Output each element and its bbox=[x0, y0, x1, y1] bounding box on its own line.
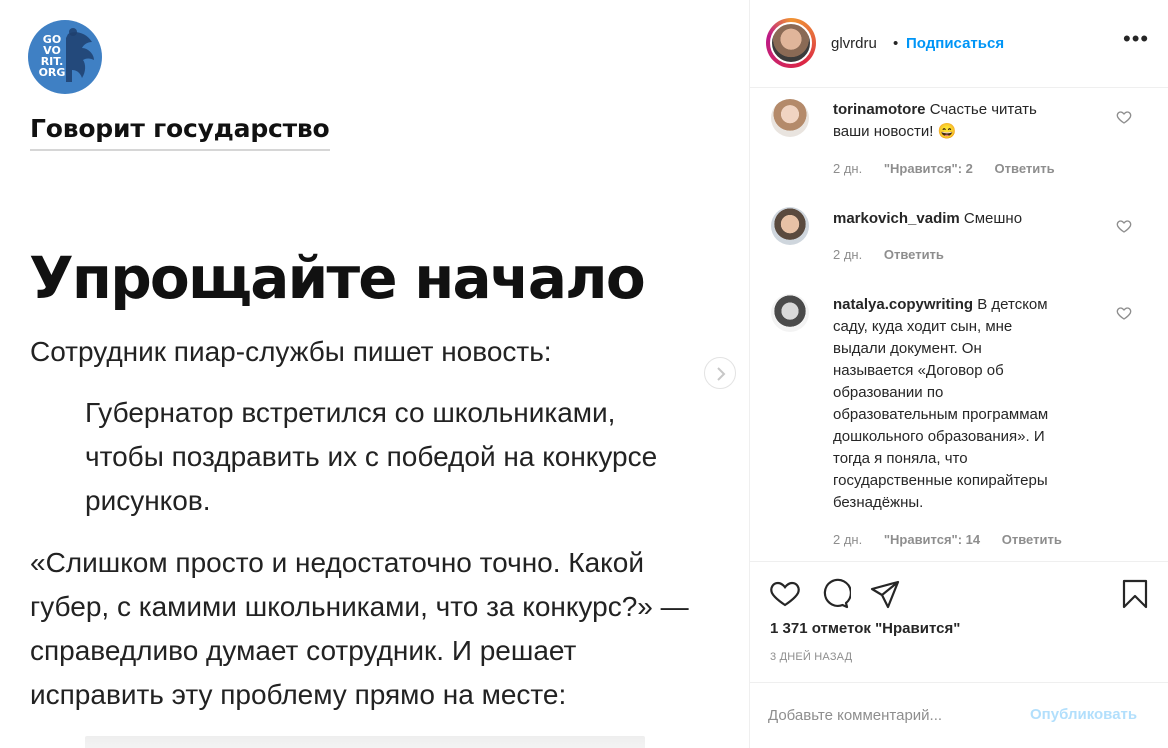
quote-line: чтобы поздравить их с победой на конкурс… bbox=[85, 441, 658, 472]
comment-body: безнадёжны. bbox=[833, 494, 924, 511]
reply-button[interactable]: Ответить bbox=[884, 247, 944, 262]
comment-username[interactable]: torinamotore bbox=[833, 101, 926, 118]
publish-button[interactable]: Опубликовать bbox=[1030, 706, 1137, 723]
more-options-icon[interactable]: ••• bbox=[1123, 28, 1149, 54]
comment-body: тогда я поняла, что bbox=[833, 450, 968, 467]
quote-line: рисунков. bbox=[85, 485, 211, 516]
post-date[interactable]: 3 ДНЕЙ НАЗАД bbox=[770, 651, 852, 663]
heart-icon[interactable] bbox=[1116, 218, 1132, 234]
lead-text: Сотрудник пиар-службы пишет новость: bbox=[30, 336, 552, 367]
body-line: исправить эту проблему прямо на месте: bbox=[30, 679, 567, 710]
add-comment-bar: Опубликовать bbox=[750, 682, 1168, 748]
comment-likes[interactable]: "Нравится": 14 bbox=[884, 532, 980, 547]
slide-heading: Упрощайте начало bbox=[29, 244, 646, 312]
comment-body: Смешно bbox=[963, 210, 1023, 227]
comments-list: torinamotore Счастье читать ваши новости… bbox=[750, 88, 1168, 561]
bookmark-icon[interactable] bbox=[1119, 578, 1151, 610]
comment-body: образовательным программам bbox=[833, 406, 1049, 423]
like-heart-icon[interactable] bbox=[769, 578, 801, 610]
comment-body: дошкольного образования». И bbox=[833, 428, 1045, 445]
comment-body: образовании по bbox=[833, 384, 944, 401]
cut-off-text bbox=[85, 736, 645, 748]
comment-text: torinamotore Счастье читать ваши новости… bbox=[833, 99, 1103, 143]
govorit-logo: GO VO RIT. ORG bbox=[28, 20, 102, 94]
separator-dot: • bbox=[893, 35, 899, 52]
comment-body: Счастье читать bbox=[929, 101, 1037, 118]
body-line: «Слишком просто и недостаточно точно. Ка… bbox=[30, 547, 644, 578]
post-image: GO VO RIT. ORG Говорит государство Упрощ… bbox=[0, 0, 749, 748]
comment-text: natalya.copywriting В детском саду, куда… bbox=[833, 294, 1098, 514]
body-paragraph: «Слишком просто и недостаточно точно. Ка… bbox=[30, 541, 740, 717]
example-quote: Губернатор встретился со школьниками, чт… bbox=[85, 391, 725, 523]
follow-button[interactable]: Подписаться bbox=[906, 35, 1004, 52]
comment-meta: 2 дн. "Нравится": 2 Ответить bbox=[833, 161, 1073, 176]
comment-body: саду, куда ходит сын, мне bbox=[833, 318, 1013, 335]
author-username[interactable]: glvrdru bbox=[831, 35, 877, 52]
comment-text: markovich_vadim Смешно bbox=[833, 208, 1103, 230]
comment-input[interactable] bbox=[768, 703, 1018, 727]
likes-count[interactable]: 1 371 отметок "Нравится" bbox=[770, 620, 960, 637]
comment-body: ваши новости! 😄 bbox=[833, 123, 957, 140]
body-line: справедливо думает сотрудник. И решает bbox=[30, 635, 577, 666]
comment-time[interactable]: 2 дн. bbox=[833, 161, 862, 176]
comment-time[interactable]: 2 дн. bbox=[833, 247, 862, 262]
comment-likes[interactable]: "Нравится": 2 bbox=[884, 161, 973, 176]
comment-username[interactable]: markovich_vadim bbox=[833, 210, 960, 227]
comment-body: называется «Договор об bbox=[833, 362, 1004, 379]
body-line: губер, с камими школьниками, что за конк… bbox=[30, 591, 689, 622]
brand-title: Говорит государство bbox=[30, 114, 330, 151]
avatar[interactable] bbox=[771, 207, 809, 245]
quote-line: Губернатор встретился со школьниками, bbox=[85, 397, 616, 428]
reply-button[interactable]: Ответить bbox=[1002, 532, 1062, 547]
logo-text: GO VO RIT. ORG bbox=[38, 33, 66, 79]
comment-body: выдали документ. Он bbox=[833, 340, 982, 357]
avatar[interactable] bbox=[771, 294, 809, 332]
comment-meta: 2 дн. Ответить bbox=[833, 247, 962, 262]
post-header: glvrdru • Подписаться ••• bbox=[750, 0, 1168, 88]
comment-meta: 2 дн. "Нравится": 14 Ответить bbox=[833, 532, 1080, 547]
story-ring[interactable] bbox=[766, 18, 816, 68]
avatar[interactable] bbox=[771, 99, 809, 137]
comment-bubble-icon[interactable] bbox=[819, 578, 851, 610]
reply-button[interactable]: Ответить bbox=[995, 161, 1055, 176]
heart-icon[interactable] bbox=[1116, 109, 1132, 125]
chevron-right-icon bbox=[717, 367, 726, 381]
comment-body: государственные копирайтеры bbox=[833, 472, 1048, 489]
comment-username[interactable]: natalya.copywriting bbox=[833, 296, 973, 313]
heart-icon[interactable] bbox=[1116, 305, 1132, 321]
post-sidebar: glvrdru • Подписаться ••• torinamotore С… bbox=[749, 0, 1168, 748]
share-paper-plane-icon[interactable] bbox=[869, 578, 901, 610]
next-slide-button[interactable] bbox=[704, 357, 736, 389]
comment-body: В детском bbox=[977, 296, 1048, 313]
comment-time[interactable]: 2 дн. bbox=[833, 532, 862, 547]
avatar bbox=[770, 22, 812, 64]
